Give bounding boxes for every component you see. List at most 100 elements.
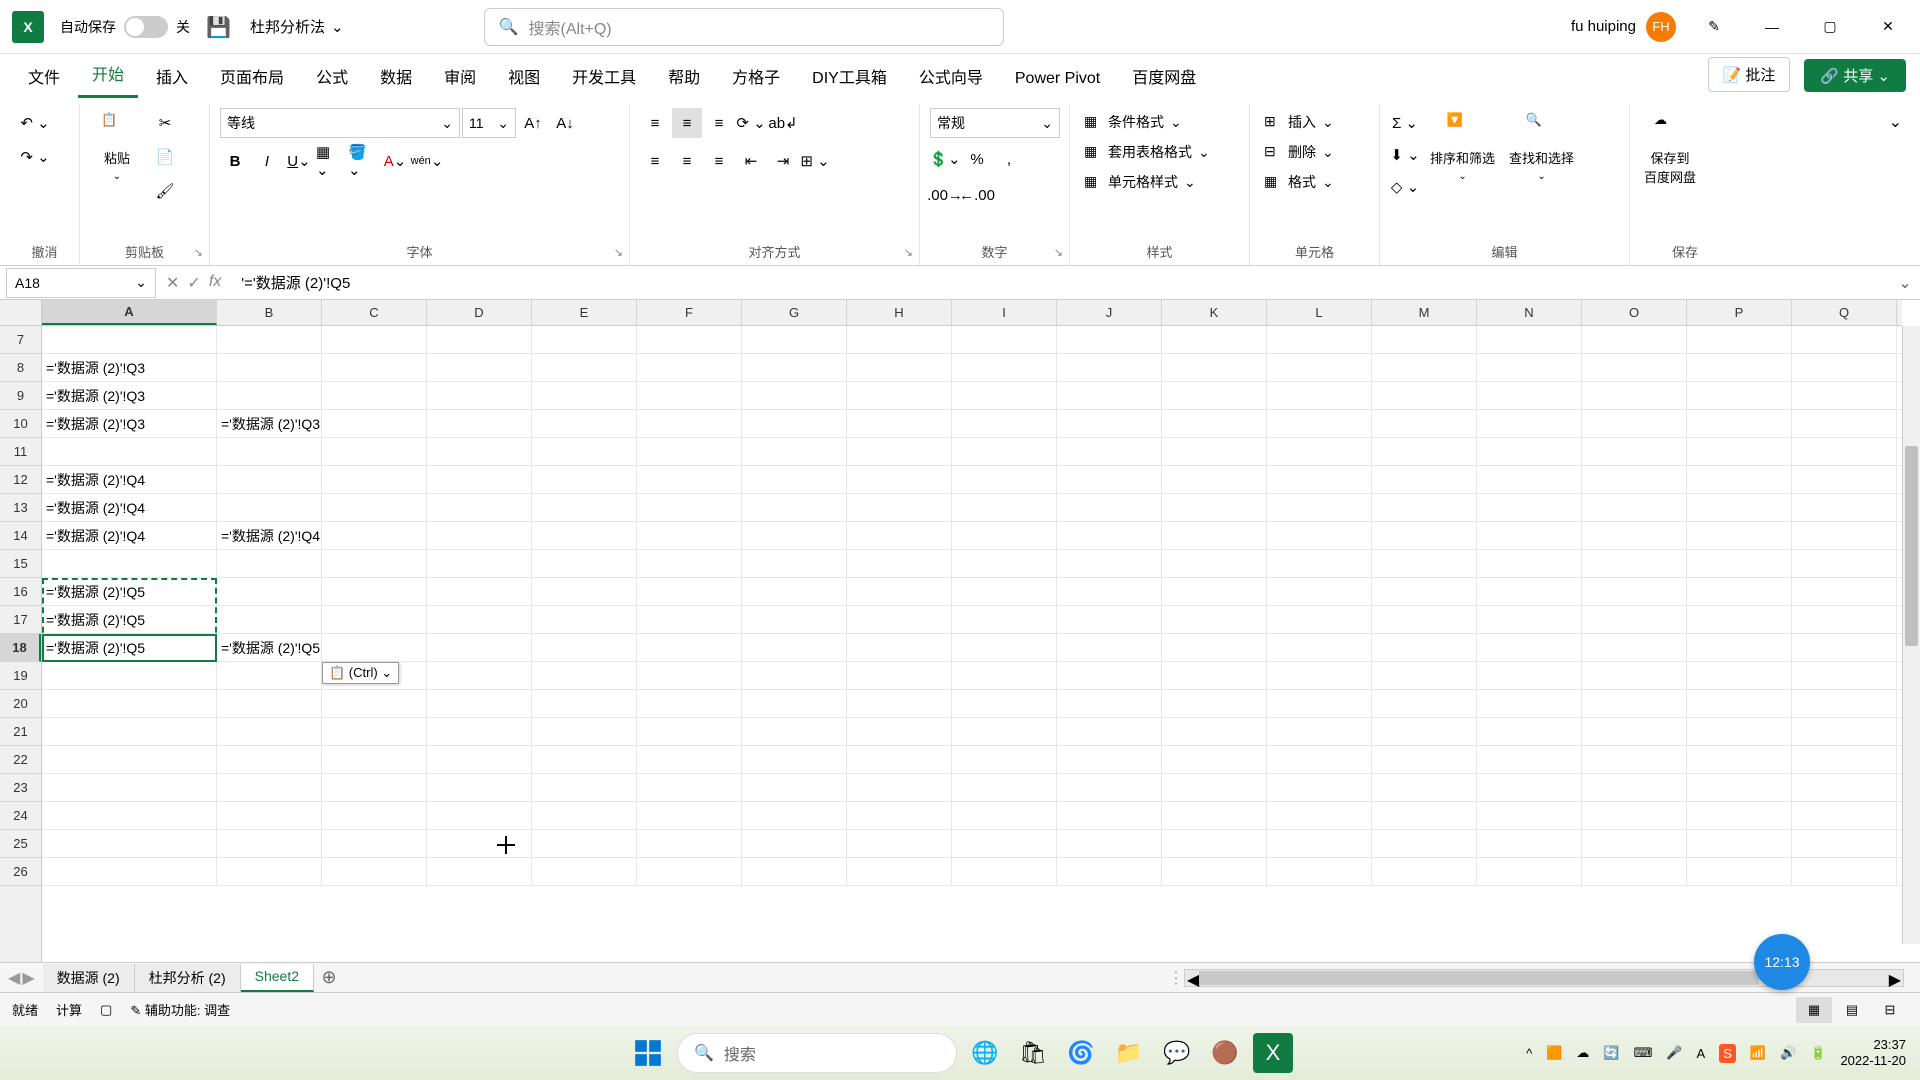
bold-button[interactable]: B — [220, 146, 250, 176]
cell-I13[interactable] — [952, 494, 1057, 521]
document-name[interactable]: 杜邦分析法 ⌄ — [250, 16, 344, 37]
cell-F23[interactable] — [637, 774, 742, 801]
align-middle-button[interactable]: ≡ — [672, 108, 702, 138]
col-header-H[interactable]: H — [847, 300, 952, 325]
cell-H12[interactable] — [847, 466, 952, 493]
cell-L17[interactable] — [1267, 606, 1372, 633]
ribbon-tab-11[interactable]: DIY工具箱 — [798, 54, 901, 98]
cell-F8[interactable] — [637, 354, 742, 381]
font-name-select[interactable]: 等线⌄ — [220, 108, 460, 138]
cell-N18[interactable] — [1477, 634, 1582, 661]
tray-chevron-icon[interactable]: ^ — [1526, 1046, 1532, 1061]
cell-G23[interactable] — [742, 774, 847, 801]
cell-A25[interactable] — [42, 830, 217, 857]
cell-C9[interactable] — [322, 382, 427, 409]
cell-P13[interactable] — [1687, 494, 1792, 521]
sheet-nav-prev[interactable]: ◀ — [8, 968, 20, 988]
cell-G14[interactable] — [742, 522, 847, 549]
sheet-nav-next[interactable]: ▶ — [22, 968, 34, 988]
cell-H18[interactable] — [847, 634, 952, 661]
italic-button[interactable]: I — [252, 146, 282, 176]
cell-B19[interactable] — [217, 662, 322, 689]
cell-B11[interactable] — [217, 438, 322, 465]
cell-F13[interactable] — [637, 494, 742, 521]
clear-button[interactable]: ◇ ⌄ — [1390, 172, 1420, 202]
row-header-10[interactable]: 10 — [0, 410, 41, 438]
taskbar-search[interactable]: 🔍搜索 — [677, 1033, 957, 1073]
cell-F25[interactable] — [637, 830, 742, 857]
cell-M15[interactable] — [1372, 550, 1477, 577]
row-header-8[interactable]: 8 — [0, 354, 41, 382]
cell-N13[interactable] — [1477, 494, 1582, 521]
ribbon-tab-13[interactable]: Power Pivot — [1001, 60, 1114, 98]
cell-G24[interactable] — [742, 802, 847, 829]
cell-I14[interactable] — [952, 522, 1057, 549]
cell-A14[interactable]: ='数据源 (2)'!Q4 — [42, 522, 217, 549]
cell-H24[interactable] — [847, 802, 952, 829]
cell-A21[interactable] — [42, 718, 217, 745]
cell-A13[interactable]: ='数据源 (2)'!Q4 — [42, 494, 217, 521]
cell-E23[interactable] — [532, 774, 637, 801]
cell-Q10[interactable] — [1792, 410, 1897, 437]
cell-N21[interactable] — [1477, 718, 1582, 745]
share-button[interactable]: 🔗 共享 ⌄ — [1804, 59, 1906, 92]
cell-Q15[interactable] — [1792, 550, 1897, 577]
cell-P19[interactable] — [1687, 662, 1792, 689]
cell-B23[interactable] — [217, 774, 322, 801]
decrease-font-button[interactable]: A↓ — [550, 108, 580, 138]
cell-A23[interactable] — [42, 774, 217, 801]
cell-C16[interactable] — [322, 578, 427, 605]
align-right-button[interactable]: ≡ — [704, 146, 734, 176]
cell-H19[interactable] — [847, 662, 952, 689]
cell-K25[interactable] — [1162, 830, 1267, 857]
ribbon-tab-1[interactable]: 开始 — [78, 51, 138, 98]
currency-button[interactable]: 💲⌄ — [930, 144, 960, 174]
cell-Q11[interactable] — [1792, 438, 1897, 465]
cell-P7[interactable] — [1687, 326, 1792, 353]
cell-D16[interactable] — [427, 578, 532, 605]
cell-D25[interactable] — [427, 830, 532, 857]
cell-P22[interactable] — [1687, 746, 1792, 773]
font-size-select[interactable]: 11⌄ — [462, 108, 516, 138]
cell-L12[interactable] — [1267, 466, 1372, 493]
cell-D9[interactable] — [427, 382, 532, 409]
cell-K17[interactable] — [1162, 606, 1267, 633]
cell-D22[interactable] — [427, 746, 532, 773]
cell-N17[interactable] — [1477, 606, 1582, 633]
maximize-button[interactable]: ▢ — [1810, 7, 1850, 47]
delete-cells-button[interactable]: ⊟删除 ⌄ — [1260, 138, 1338, 166]
cell-Q18[interactable] — [1792, 634, 1897, 661]
col-header-C[interactable]: C — [322, 300, 427, 325]
cell-Q14[interactable] — [1792, 522, 1897, 549]
page-break-view-button[interactable]: ⊟ — [1872, 997, 1908, 1023]
increase-decimal-button[interactable]: .00→ — [930, 180, 960, 210]
cell-B14[interactable]: ='数据源 (2)'!Q4 — [217, 522, 322, 549]
cell-E20[interactable] — [532, 690, 637, 717]
cancel-formula-icon[interactable]: ✕ — [166, 273, 179, 293]
cell-K21[interactable] — [1162, 718, 1267, 745]
col-header-B[interactable]: B — [217, 300, 322, 325]
cell-D7[interactable] — [427, 326, 532, 353]
cell-E25[interactable] — [532, 830, 637, 857]
cell-O7[interactable] — [1582, 326, 1687, 353]
cell-G8[interactable] — [742, 354, 847, 381]
dialog-launcher[interactable]: ↘ — [614, 246, 623, 259]
macro-record-icon[interactable]: ▢ — [100, 1002, 112, 1018]
cell-D13[interactable] — [427, 494, 532, 521]
cell-M18[interactable] — [1372, 634, 1477, 661]
cell-K8[interactable] — [1162, 354, 1267, 381]
sheet-tab-1[interactable]: 杜邦分析 (2) — [135, 964, 241, 992]
cell-G12[interactable] — [742, 466, 847, 493]
cell-D10[interactable] — [427, 410, 532, 437]
conditional-format-button[interactable]: ▦条件格式 ⌄ — [1080, 108, 1214, 136]
cell-L7[interactable] — [1267, 326, 1372, 353]
cell-E19[interactable] — [532, 662, 637, 689]
battery-icon[interactable]: 🔋 — [1810, 1045, 1826, 1061]
cell-B21[interactable] — [217, 718, 322, 745]
col-header-Q[interactable]: Q — [1792, 300, 1897, 325]
taskbar-clock[interactable]: 23:37 2022-11-20 — [1840, 1037, 1906, 1068]
cell-K24[interactable] — [1162, 802, 1267, 829]
align-left-button[interactable]: ≡ — [640, 146, 670, 176]
cell-O20[interactable] — [1582, 690, 1687, 717]
cell-L25[interactable] — [1267, 830, 1372, 857]
